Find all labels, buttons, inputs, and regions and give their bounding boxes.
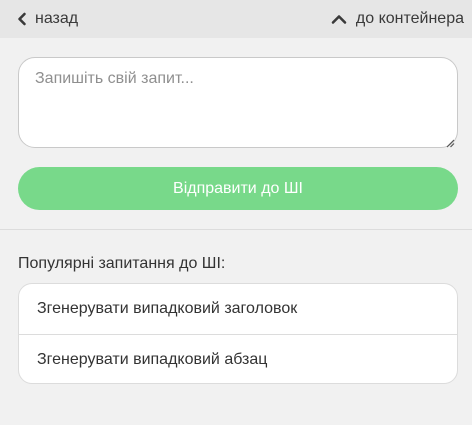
prompt-container (18, 57, 458, 148)
prompt-textarea[interactable] (18, 57, 458, 148)
send-to-ai-button[interactable]: Відправити до ШІ (18, 167, 458, 210)
popular-questions-list: Згенерувати випадковий заголовок Згенеру… (18, 283, 458, 384)
popular-questions-heading: Популярні запитання до ШІ: (18, 255, 226, 272)
back-link-label: назад (35, 10, 79, 27)
chevron-up-icon (331, 14, 347, 25)
to-container-link-label: до контейнера (355, 10, 464, 27)
section-divider (0, 229, 472, 230)
top-navigation-bar: назад до контейнера (0, 0, 472, 38)
back-link[interactable]: назад (17, 0, 78, 38)
suggestion-random-title[interactable]: Згенерувати випадковий заголовок (19, 284, 457, 334)
chevron-left-icon (17, 12, 27, 26)
to-container-link[interactable]: до контейнера (331, 0, 464, 38)
suggestion-random-paragraph[interactable]: Згенерувати випадковий абзац (19, 334, 457, 383)
